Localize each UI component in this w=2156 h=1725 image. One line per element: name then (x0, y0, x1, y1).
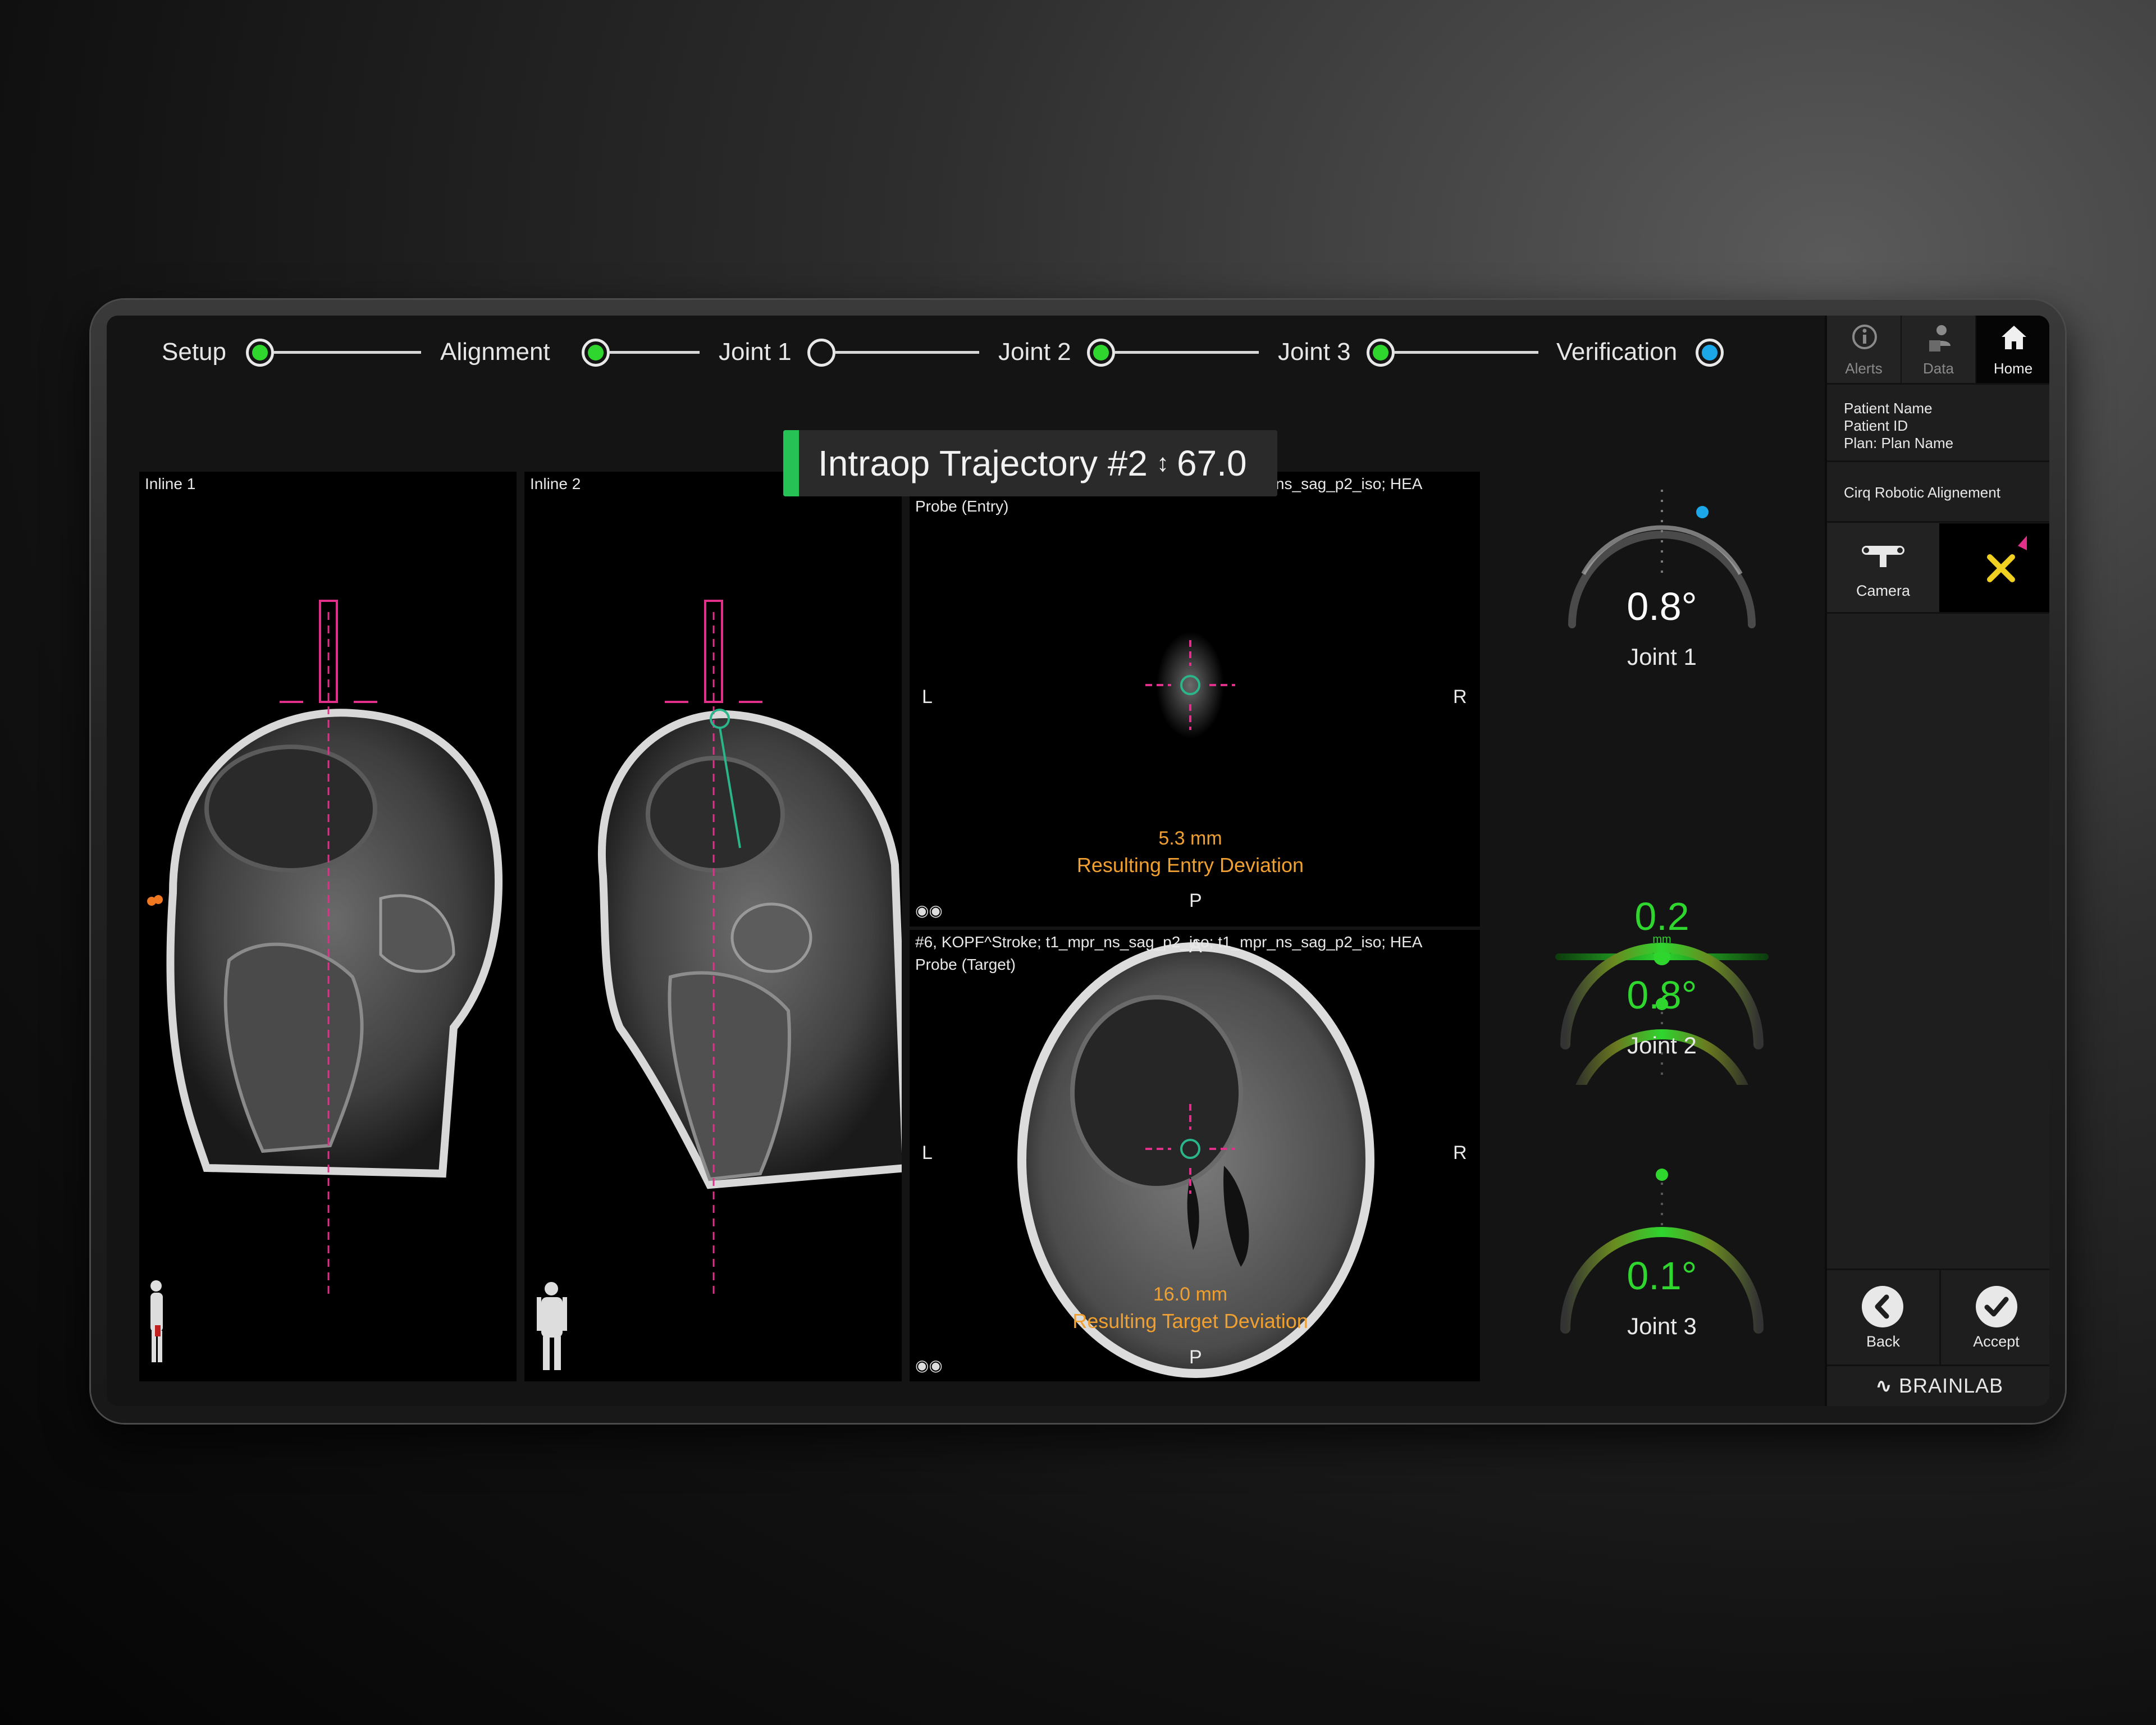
updown-arrow-icon[interactable]: ↕ (1157, 449, 1169, 477)
step-connector (610, 351, 700, 354)
back-label: Back (1866, 1333, 1901, 1350)
divider (1827, 521, 2049, 523)
trajectory-name: Intraop Trajectory #2 (818, 443, 1148, 483)
brainlab-logo-icon: ∿ (1875, 1374, 1893, 1397)
view-probe-target[interactable]: #6, KOPF^Stroke; t1_mpr_ns_sag_p2_iso; t… (910, 930, 1480, 1381)
step-verification-label[interactable]: Verification (1556, 338, 1677, 366)
step-alignment-indicator[interactable] (582, 339, 610, 367)
home-icon (2002, 326, 2026, 349)
step-joint1-indicator[interactable] (807, 339, 835, 367)
data-label: Data (1923, 360, 1954, 377)
joint-1-label: Joint 1 (1627, 644, 1697, 670)
target-deviation-value: 16.0 mm (1153, 1284, 1228, 1305)
screen: Setup Alignment Joint 1 Joint 2 Joint 3 … (107, 316, 2049, 1406)
joint-3-value: 0.1° (1627, 1254, 1697, 1298)
step-joint1-label[interactable]: Joint 1 (719, 338, 792, 366)
step-setup-indicator[interactable] (246, 339, 274, 367)
divider (1827, 612, 2049, 614)
info-icon (1852, 325, 1877, 349)
camera-button[interactable]: Camera (1827, 523, 1939, 612)
sidebar: Alerts Data Home Patient Name Patient ID (1825, 316, 2049, 1406)
patient-name: Patient Name (1844, 400, 1933, 417)
alignment-button[interactable] (1939, 523, 2049, 612)
step-setup-label[interactable]: Setup (162, 338, 226, 366)
step-alignment-label[interactable]: Alignment (440, 338, 550, 366)
home-label: Home (1993, 360, 2033, 377)
home-button[interactable]: Home (1976, 316, 2049, 383)
joint-1-gauge: 0.8° Joint 1 (1555, 484, 1769, 697)
step-joint3-indicator[interactable] (1367, 339, 1395, 367)
trajectory-value: 67.0 (1176, 443, 1247, 483)
alerts-button[interactable]: Alerts (1827, 316, 1902, 383)
brand-name: BRAINLAB (1899, 1374, 2004, 1397)
camera-mini-icon: ◉◉ (915, 1357, 943, 1374)
camera-mini-icon: ◉◉ (915, 902, 943, 919)
orientation-left: L (922, 1142, 933, 1163)
patient-info: Patient Name Patient ID Plan: Plan Name (1844, 400, 1953, 452)
trajectory-selector[interactable]: Intraop Trajectory #2 ↕ 67.0 (783, 430, 1277, 496)
coronal-mri-image (537, 600, 902, 1370)
divider (1827, 460, 2049, 462)
view-title: Inline 2 (530, 475, 581, 492)
entry-deviation-label: Resulting Entry Deviation (1076, 854, 1304, 877)
alerts-label: Alerts (1845, 360, 1883, 377)
patient-data-icon (1929, 325, 1951, 352)
entry-deviation-value: 5.3 mm (1158, 828, 1222, 849)
camera-icon (1862, 546, 1904, 567)
robot-alignment-icon (1987, 536, 2027, 582)
view-inline-1[interactable]: Inline 1 (139, 472, 517, 1381)
view-inline-2[interactable]: Inline 2 (524, 472, 902, 1381)
back-button[interactable]: Back (1827, 1270, 1939, 1366)
step-connector (1395, 351, 1538, 354)
trajectory-color-bar (783, 430, 799, 496)
patient-orientation-figure (537, 1282, 567, 1370)
brand-logo: ∿ BRAINLAB (1827, 1366, 2049, 1406)
accept-button[interactable]: Accept (1939, 1270, 2049, 1366)
joint-3-label: Joint 3 (1627, 1313, 1697, 1339)
view-title: Inline 1 (145, 475, 196, 492)
back-icon (1862, 1286, 1903, 1327)
data-button[interactable]: Data (1902, 316, 1976, 383)
orientation-posterior: P (1189, 1347, 1202, 1368)
orientation-right: R (1453, 1142, 1467, 1163)
joint-1-value: 0.8° (1627, 585, 1697, 628)
step-joint2-label[interactable]: Joint 2 (998, 338, 1071, 366)
view-probe-entry[interactable]: #6, KOPF^Stroke; t1_mpr_ns_sag_p2_iso; t… (910, 472, 1480, 927)
bottom-nav: Back Accept (1827, 1270, 2049, 1366)
checkmark-icon (1976, 1286, 2017, 1327)
step-joint2-indicator[interactable] (1087, 339, 1115, 367)
divider (1827, 383, 2049, 385)
view-title: #6, KOPF^Stroke; t1_mpr_ns_sag_p2_iso; t… (915, 933, 1423, 951)
step-connector (835, 351, 979, 354)
workflow-bar: Setup Alignment Joint 1 Joint 2 Joint 3 … (107, 316, 1825, 389)
step-verification-indicator[interactable] (1696, 339, 1724, 367)
step-joint3-label[interactable]: Joint 3 (1278, 338, 1351, 366)
top-nav: Alerts Data Home (1827, 316, 2049, 383)
view-subtitle: Probe (Target) (915, 956, 1016, 973)
orientation-anterior: A (1189, 935, 1202, 957)
camera-label: Camera (1856, 582, 1911, 599)
sagittal-mri-image (139, 600, 503, 1381)
target-deviation-label: Resulting Target Deviation (1072, 1309, 1308, 1332)
step-connector (1115, 351, 1259, 354)
plan-name: Plan: Plan Name (1844, 435, 1954, 451)
accept-label: Accept (1973, 1333, 2020, 1350)
app-name: Cirq Robotic Alignement (1844, 484, 2000, 501)
joint-2-arc-ring (1560, 943, 1764, 1049)
step-connector (274, 351, 421, 354)
patient-id: Patient ID (1844, 417, 1908, 434)
